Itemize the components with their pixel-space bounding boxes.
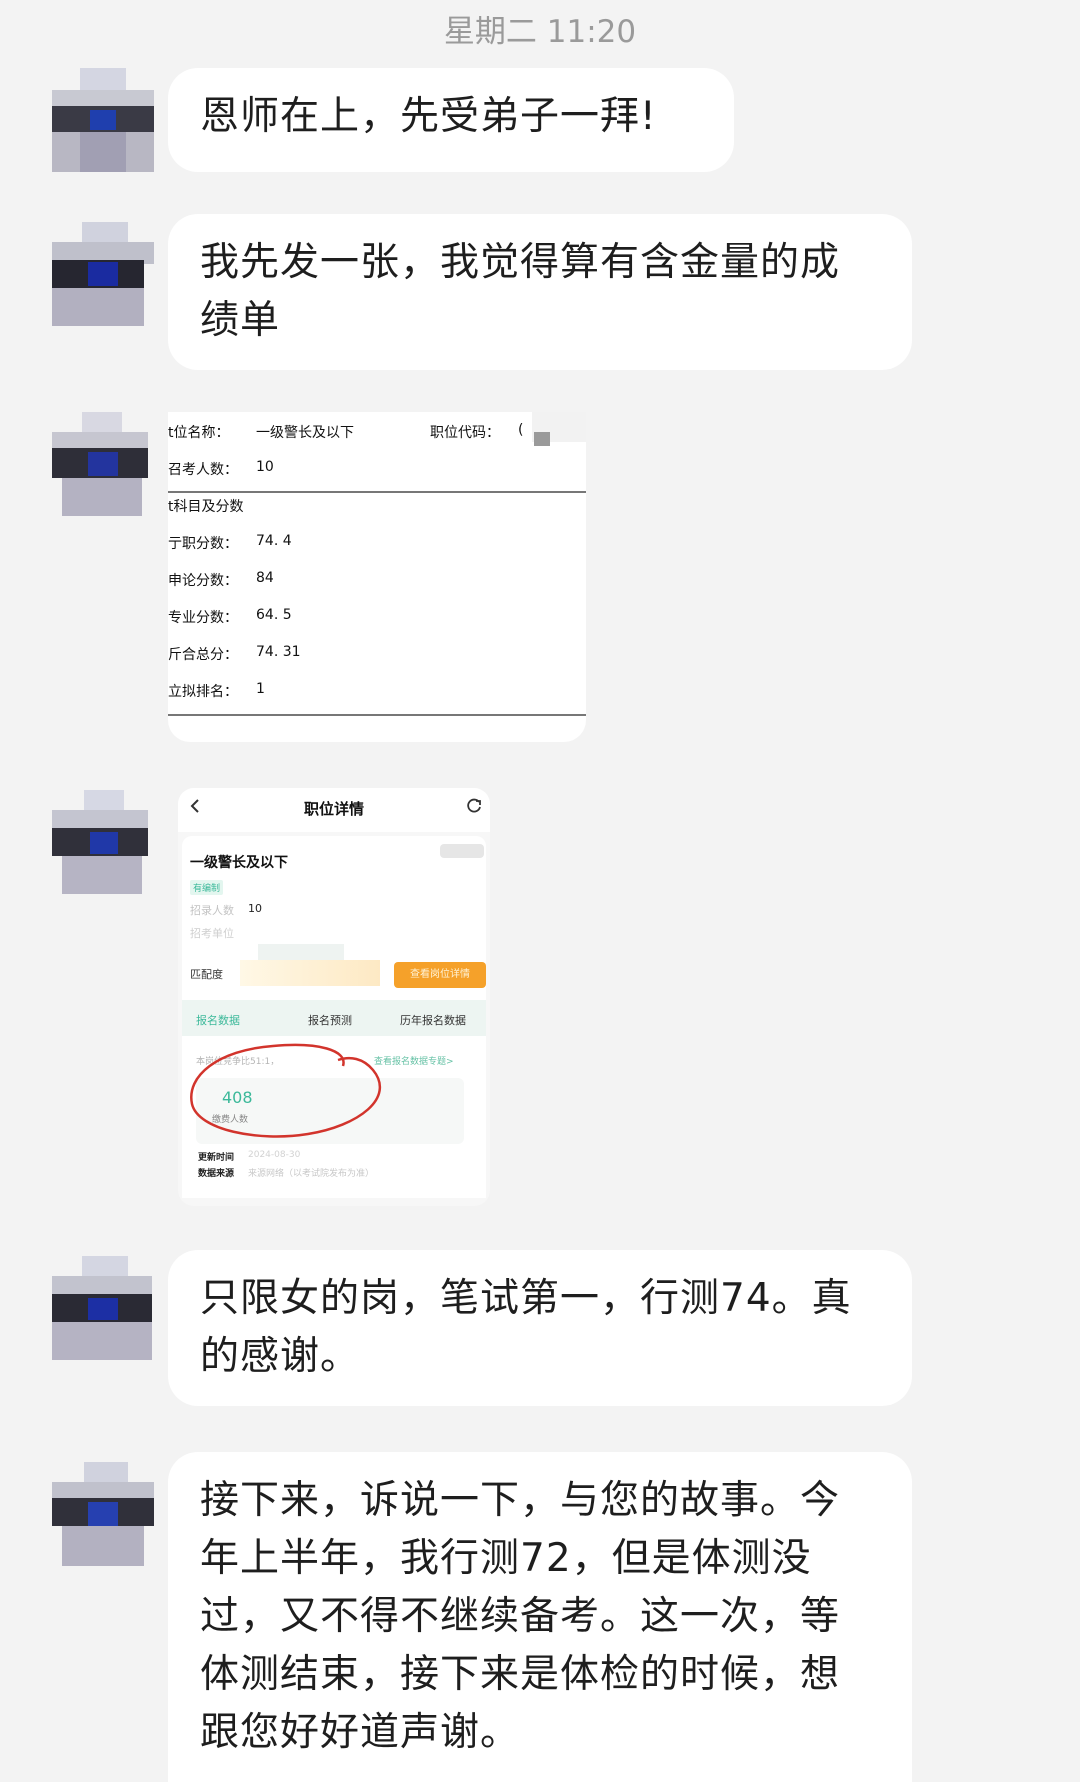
tab-registration-forecast[interactable]: 报名预测 [308, 1012, 352, 1028]
divider [168, 714, 586, 716]
score-value: 64. 5 [256, 607, 292, 623]
timestamp: 星期二 11:20 [443, 14, 637, 50]
score-label: 申论分数： [168, 573, 238, 589]
status-badge [440, 844, 484, 858]
page-title: 职位详情 [303, 800, 364, 818]
score-value: 74. 31 [256, 644, 301, 660]
source-label: 数据来源 [198, 1169, 235, 1179]
score-value: 84 [256, 570, 274, 586]
avatar[interactable] [52, 790, 154, 894]
source-value: 来源网络（以考试院发布为准） [248, 1169, 375, 1179]
redaction-block [534, 432, 550, 446]
recruit-count-label: 召考人数： [168, 462, 238, 478]
score-label: 专业分数： [168, 610, 238, 626]
score-value: 74. 4 [256, 533, 292, 549]
divider [168, 491, 586, 493]
score-sheet-image[interactable]: t位名称： 一级警长及以下 职位代码： ( 召考人数： 10 t科目及分数 亍职… [168, 412, 586, 742]
message-text: 我先发一张，我觉得算有含金量的成 绩单 [200, 240, 841, 343]
avatar[interactable] [52, 412, 154, 516]
message-bubble[interactable]: 接下来，诉说一下，与您的故事。今 年上半年，我行测72，但是体测没 过，又不得不… [168, 1452, 912, 1782]
avatar[interactable] [52, 1256, 154, 1360]
match-label: 匹配度 [190, 968, 223, 981]
update-time-value: 2024-08-30 [248, 1150, 301, 1160]
recruit-label: 招录人数 [190, 904, 234, 917]
red-circle-annotation [190, 1043, 381, 1138]
position-name-label: t位名称： [168, 425, 230, 441]
recruit-value: 10 [248, 902, 262, 915]
position-name-value: 一级警长及以下 [256, 425, 354, 441]
message-text: 只限女的岗，笔试第一，行测74。真 的感谢。 [200, 1276, 852, 1379]
update-time-label: 更新时间 [198, 1153, 235, 1163]
score-label: 立拟排名： [168, 684, 238, 700]
message-text: 接下来，诉说一下，与您的故事。今 年上半年，我行测72，但是体测没 过，又不得不… [200, 1478, 841, 1755]
app-screenshot-image[interactable]: 职位详情 一级警长及以下 有编制 招录人数 10 招考单位 匹配度 查看岗位详情… [178, 788, 490, 1206]
recruit-count-value: 10 [256, 459, 274, 475]
avatar[interactable] [52, 222, 154, 326]
subjects-label: t科目及分数 [168, 499, 244, 515]
score-value: 1 [256, 681, 265, 697]
unit-label: 招考单位 [190, 927, 234, 940]
message-bubble[interactable]: 恩师在上，先受弟子一拜! [168, 68, 734, 172]
avatar[interactable] [52, 68, 154, 172]
tab-history-data[interactable]: 历年报名数据 [400, 1012, 466, 1028]
message-text: 恩师在上，先受弟子一拜! [200, 94, 657, 139]
match-bar [240, 960, 380, 986]
tag-badge: 有编制 [190, 880, 224, 895]
message-bubble[interactable]: 只限女的岗，笔试第一，行测74。真 的感谢。 [168, 1250, 912, 1406]
position-code-value: ( [518, 422, 524, 438]
score-label: 亍职分数： [168, 536, 238, 552]
message-bubble[interactable]: 我先发一张，我觉得算有含金量的成 绩单 [168, 214, 912, 370]
tab-registration-data[interactable]: 报名数据 [196, 1012, 240, 1028]
position-title: 一级警长及以下 [190, 855, 288, 871]
score-label: 斤合总分： [168, 647, 238, 663]
position-code-label: 职位代码： [430, 425, 500, 441]
refresh-icon[interactable] [464, 796, 484, 816]
avatar[interactable] [52, 1462, 154, 1566]
view-details-button[interactable]: 查看岗位详情 [394, 962, 486, 988]
